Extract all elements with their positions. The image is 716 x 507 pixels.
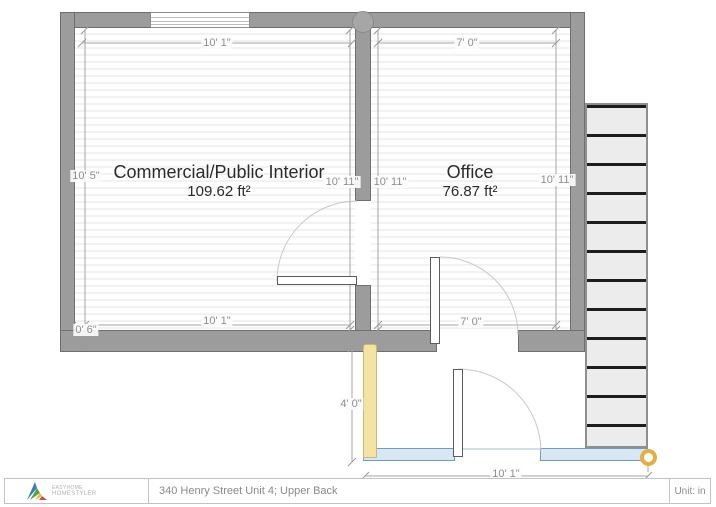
plan-title-cell: 340 Henry Street Unit 4; Upper Back (149, 479, 669, 503)
dim-label-bottom-left: 10' 1" (201, 315, 232, 327)
unit-label: Unit: in (674, 486, 705, 497)
dim-label-entry-depth: 4' 0" (338, 398, 363, 410)
wall-top[interactable] (60, 12, 585, 28)
logo-line2: HOMESTYLER (52, 491, 96, 498)
glass-wall-right[interactable] (540, 448, 648, 461)
window-top[interactable] (150, 12, 250, 28)
wall-accent-yellow[interactable] (363, 344, 377, 458)
staircase[interactable] (585, 103, 648, 448)
room-label-commercial[interactable]: Commercial/Public Interior 109.62 ft² (113, 162, 324, 201)
dim-label-wall-offset: 0' 6" (73, 324, 98, 336)
unit-cell: Unit: in (669, 479, 710, 503)
floorplan-canvas: 10' 1" 7' 0" 10' 5" 10' 11" 10' 11" 10' … (0, 0, 716, 507)
door-interior[interactable] (277, 276, 357, 285)
window-pane-line (151, 17, 249, 18)
column-marker (352, 11, 374, 33)
wall-bottom-left[interactable] (60, 330, 437, 352)
door-office[interactable] (430, 257, 440, 344)
door-entry[interactable] (453, 369, 463, 457)
room-area: 109.62 ft² (113, 182, 324, 201)
logo-text: EASYHOME HOMESTYLER (52, 485, 96, 498)
wall-left[interactable] (60, 12, 75, 352)
logo: EASYHOME HOMESTYLER (5, 479, 149, 503)
room-name: Commercial/Public Interior (113, 162, 324, 182)
plan-title: 340 Henry Street Unit 4; Upper Back (159, 485, 338, 497)
room-label-office[interactable]: Office 76.87 ft² (442, 162, 497, 201)
dim-label-bottom-right: 7' 0" (458, 316, 483, 328)
dim-label-right: 10' 11" (539, 174, 576, 186)
room-area: 76.87 ft² (442, 182, 497, 201)
room-name: Office (442, 162, 497, 182)
dim-label-top-right: 7' 0" (454, 37, 479, 49)
wall-bottom-right[interactable] (518, 330, 585, 352)
homestyler-logo-icon (27, 482, 47, 500)
dim-label-left: 10' 5" (70, 170, 101, 182)
window-pane-line (151, 21, 249, 22)
footer-bar: EASYHOME HOMESTYLER 340 Henry Street Uni… (4, 478, 711, 504)
dim-label-inner-left: 10' 11" (324, 176, 361, 188)
wall-interior-upper[interactable] (355, 26, 371, 201)
window-pane-line (151, 24, 249, 25)
dim-label-inner-right: 10' 11" (372, 176, 409, 188)
door-stop-marker[interactable] (640, 449, 657, 466)
dim-label-top-left: 10' 1" (201, 37, 232, 49)
